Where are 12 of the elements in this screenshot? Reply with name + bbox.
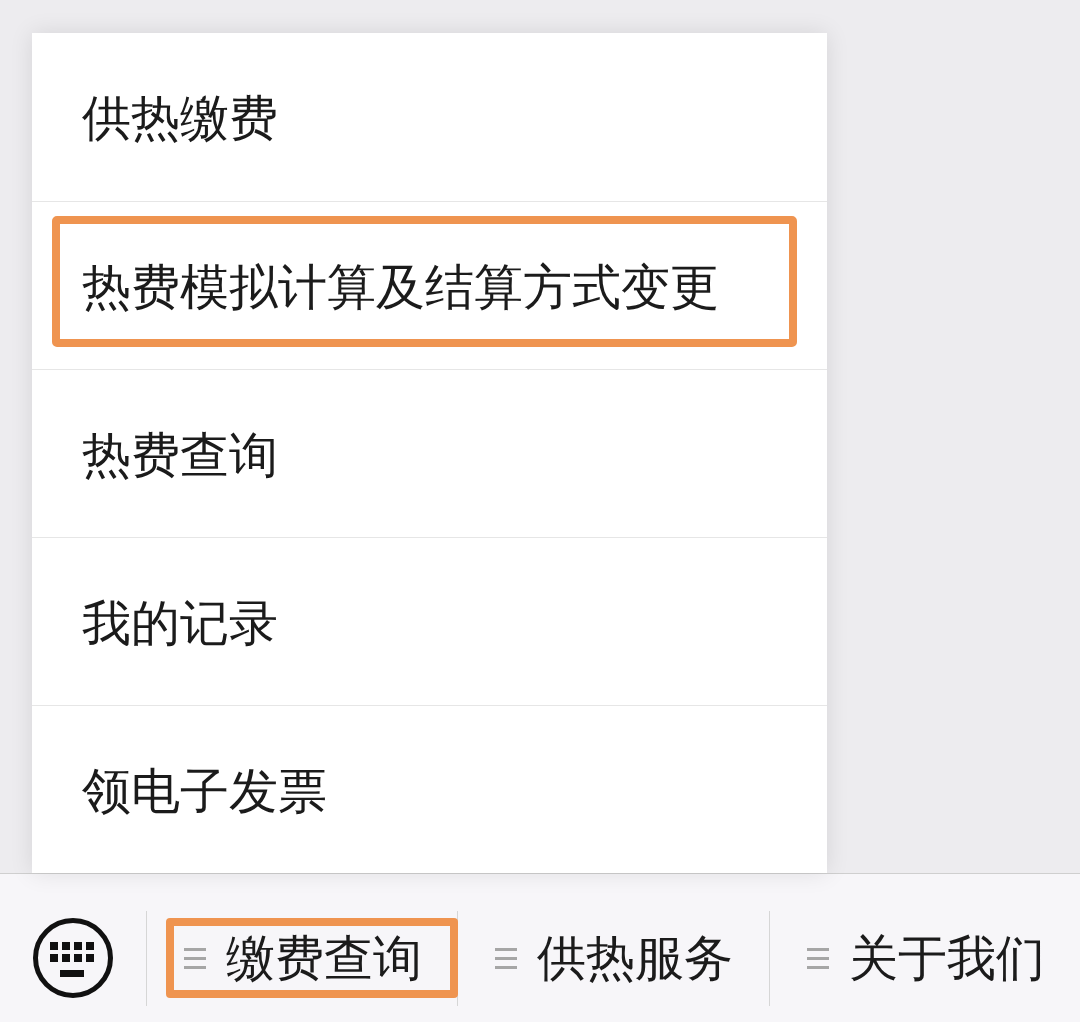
menu-icon <box>184 947 206 969</box>
menu-item[interactable]: 热费查询 <box>52 384 797 515</box>
menu-icon <box>495 947 517 969</box>
menu-item[interactable]: 我的记录 <box>52 552 797 683</box>
menu-item[interactable]: 领电子发票 <box>52 720 797 851</box>
menu-item[interactable]: 热费模拟计算及结算方式变更 <box>52 216 797 347</box>
menu-icon <box>807 947 829 969</box>
menu-bar-item[interactable]: 缴费查询 <box>166 918 458 998</box>
menu-bar-item[interactable]: 关于我们 <box>789 918 1080 998</box>
menu-bar-item[interactable]: 供热服务 <box>477 918 769 998</box>
keyboard-icon[interactable] <box>33 918 113 998</box>
menu-item[interactable]: 供热缴费 <box>52 47 797 179</box>
